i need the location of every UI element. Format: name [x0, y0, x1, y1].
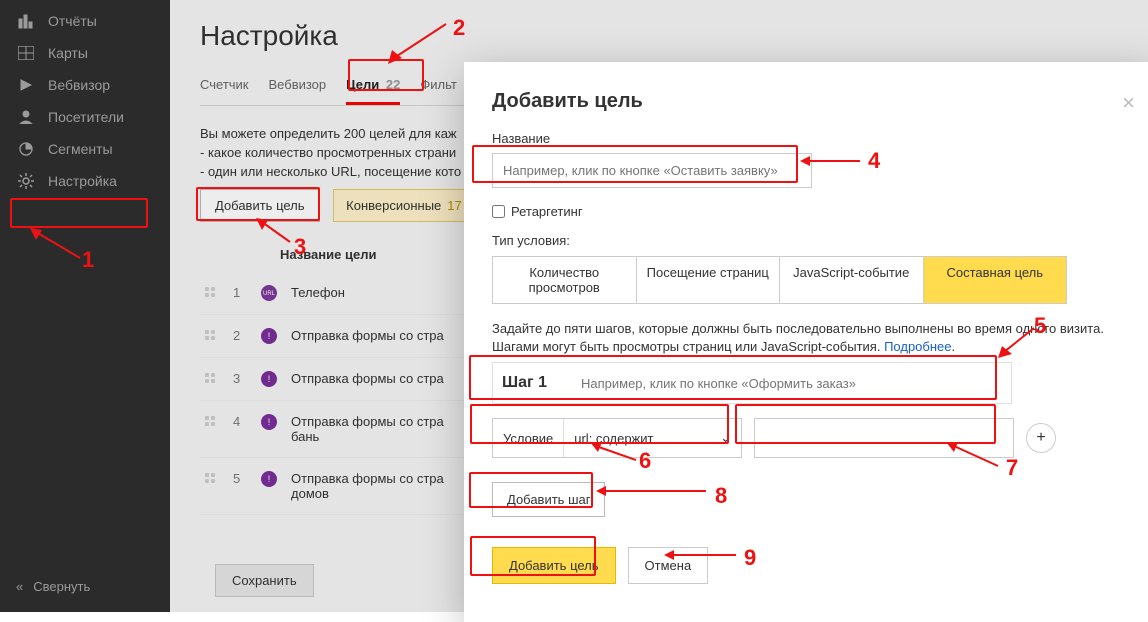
modal-title: Добавить цель [492, 90, 1131, 113]
sidebar-item-webvisor[interactable]: Вебвизор [0, 69, 170, 101]
chevron-left-icon: « [16, 579, 23, 594]
condition-row: Условие url: содержит ⌄ + [492, 418, 1131, 458]
url-input[interactable] [754, 418, 1014, 458]
collapse-label: Свернуть [33, 579, 90, 594]
bar-chart-icon [16, 13, 36, 29]
sidebar-item-label: Вебвизор [48, 77, 110, 93]
user-icon [16, 110, 36, 124]
step-name-input[interactable] [571, 363, 1011, 403]
step-description: Задайте до пяти шагов, которые должны бы… [492, 320, 1131, 356]
add-goal-modal: Добавить цель × Название Ретаргетинг Тип… [464, 62, 1148, 622]
sidebar-item-label: Посетители [48, 109, 124, 125]
cond-tab-pages[interactable]: Посещение страниц [637, 257, 781, 303]
condition-type-label: Тип условия: [492, 233, 1131, 248]
sidebar-collapse[interactable]: « Свернуть [0, 571, 106, 602]
add-step-button[interactable]: Добавить шаг [492, 482, 605, 517]
cond-tab-js[interactable]: JavaScript-событие [780, 257, 924, 303]
step-row: Шаг 1 [492, 362, 1012, 404]
condition-label: Условие [493, 419, 564, 457]
cancel-button[interactable]: Отмена [628, 547, 709, 584]
sidebar-item-segments[interactable]: Сегменты [0, 133, 170, 165]
sidebar-item-label: Карты [48, 45, 88, 61]
cond-tab-views[interactable]: Количество просмотров [493, 257, 637, 303]
retargeting-checkbox[interactable]: Ретаргетинг [492, 204, 1131, 219]
condition-type-tabs: Количество просмотров Посещение страниц … [492, 256, 1067, 304]
sidebar: Отчёты Карты Вебвизор Посетители Сегмент… [0, 0, 170, 612]
name-field-label: Название [492, 131, 1131, 146]
sidebar-item-label: Настройка [48, 173, 117, 189]
step-number: Шаг 1 [493, 374, 559, 392]
submit-goal-button[interactable]: Добавить цель [492, 547, 616, 584]
goal-name-input[interactable] [492, 153, 812, 188]
add-condition-button[interactable]: + [1026, 423, 1056, 453]
play-icon [16, 78, 36, 92]
condition-value: url: содержит [564, 431, 710, 446]
close-icon[interactable]: × [1122, 90, 1135, 116]
cond-tab-composite[interactable]: Составная цель [924, 257, 1067, 303]
sidebar-item-settings[interactable]: Настройка [0, 165, 170, 197]
pie-icon [16, 142, 36, 156]
chevron-down-icon: ⌄ [710, 430, 741, 446]
sidebar-item-label: Отчёты [48, 13, 97, 29]
sidebar-item-maps[interactable]: Карты [0, 37, 170, 69]
retargeting-checkbox-input[interactable] [492, 205, 505, 218]
sidebar-item-reports[interactable]: Отчёты [0, 5, 170, 37]
more-link[interactable]: Подробнее [884, 339, 951, 354]
sidebar-item-visitors[interactable]: Посетители [0, 101, 170, 133]
condition-select[interactable]: Условие url: содержит ⌄ [492, 418, 742, 458]
sidebar-item-label: Сегменты [48, 141, 113, 157]
gear-icon [16, 173, 36, 189]
map-icon [16, 46, 36, 60]
